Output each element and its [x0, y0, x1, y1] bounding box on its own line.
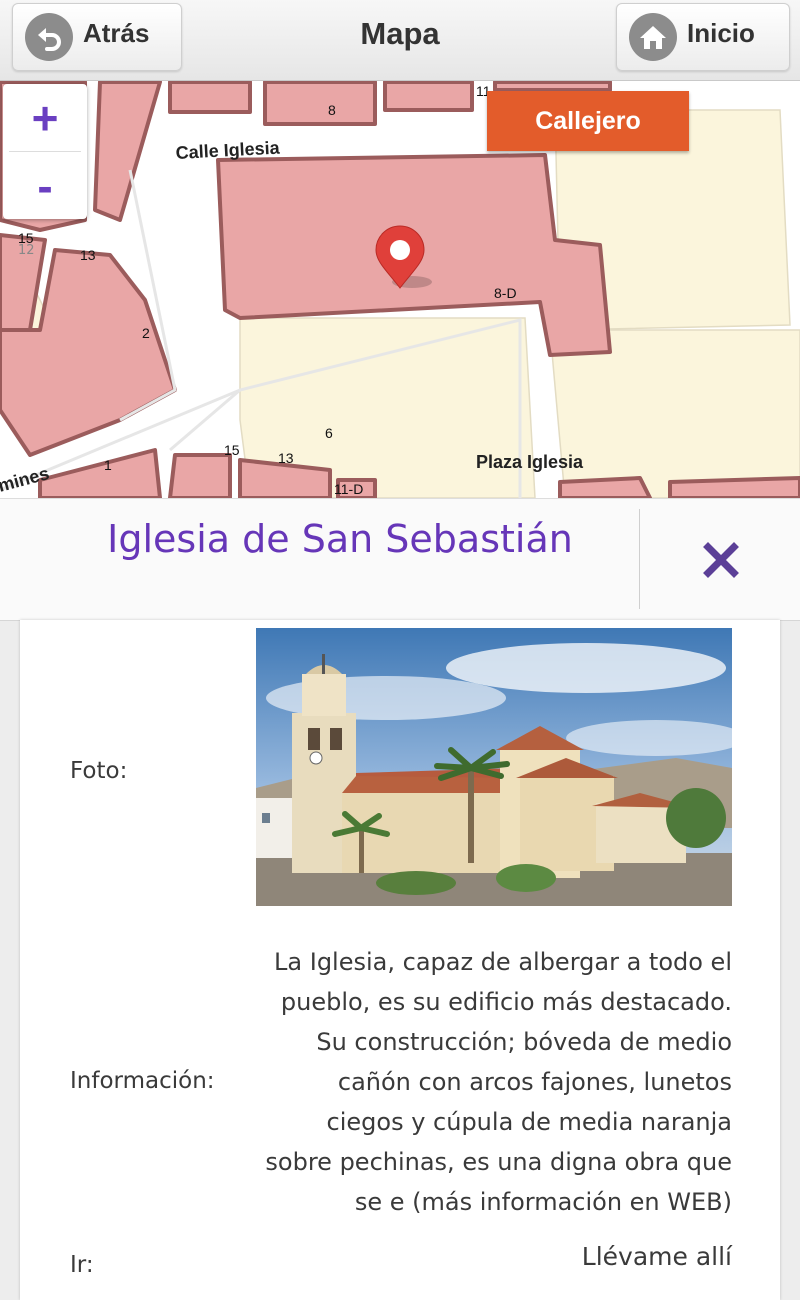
- detail-card: Foto: Información: La Iglesia, capaz de …: [20, 620, 780, 1300]
- svg-text:2: 2: [142, 325, 150, 341]
- zoom-control: + -: [3, 84, 87, 219]
- svg-text:13: 13: [278, 450, 294, 466]
- photo-label: Foto:: [70, 758, 128, 784]
- zoom-in-button[interactable]: +: [3, 84, 87, 151]
- header-divider: [639, 509, 640, 609]
- home-button[interactable]: Inicio: [616, 3, 790, 71]
- place-header: Iglesia de San Sebastián: [0, 498, 800, 621]
- place-name: Iglesia de San Sebastián: [107, 517, 573, 561]
- street-label-plaza-iglesia: Plaza Iglesia: [476, 452, 584, 472]
- svg-text:1: 1: [104, 457, 112, 473]
- zoom-out-button[interactable]: -: [3, 152, 87, 219]
- layer-callejero-button[interactable]: Callejero: [487, 91, 689, 151]
- info-description: La Iglesia, capaz de albergar a todo el …: [265, 948, 732, 1216]
- info-label: Información:: [70, 1068, 215, 1094]
- svg-text:6: 6: [325, 425, 333, 441]
- svg-text:8-D: 8-D: [494, 285, 517, 301]
- church-photo: [256, 628, 732, 906]
- svg-text:13: 13: [80, 247, 96, 263]
- street-map[interactable]: Calle Iglesia Plaza Iglesia mines 8 11 1…: [0, 81, 800, 498]
- home-label: Inicio: [687, 17, 755, 48]
- zoom-level: 12: [18, 243, 35, 258]
- top-bar: Atrás Mapa Inicio: [0, 0, 800, 81]
- svg-text:11-D: 11-D: [334, 481, 363, 497]
- directions-link[interactable]: Llévame allí: [582, 1242, 732, 1271]
- home-icon: [629, 13, 677, 61]
- close-icon[interactable]: [700, 539, 742, 581]
- svg-text:8: 8: [328, 102, 336, 118]
- svg-text:15: 15: [224, 442, 240, 458]
- go-label: Ir:: [70, 1252, 94, 1278]
